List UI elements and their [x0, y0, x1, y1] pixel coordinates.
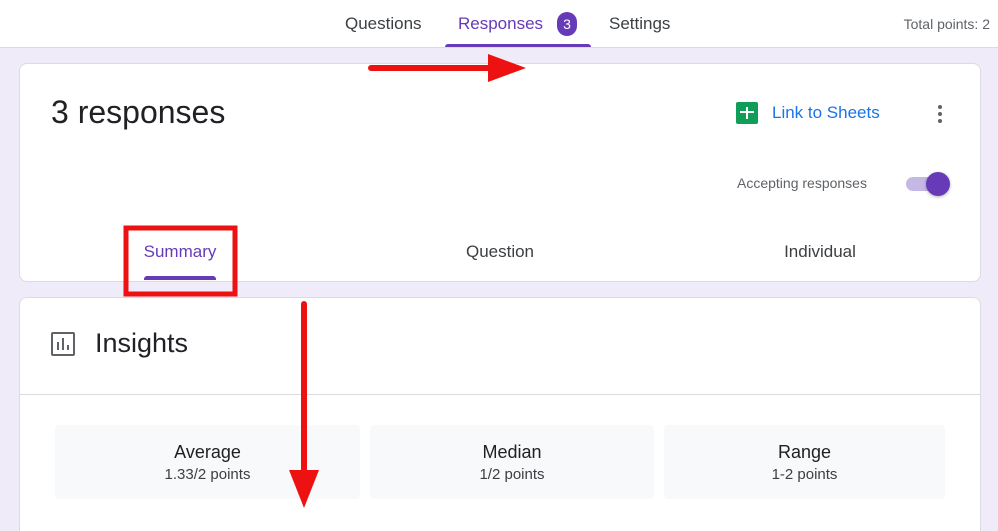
subtab-summary[interactable]: Summary	[120, 232, 240, 272]
more-vert-icon-dot	[938, 119, 942, 123]
accepting-responses-label: Accepting responses	[737, 175, 867, 191]
link-to-sheets-button[interactable]: Link to Sheets	[736, 102, 880, 124]
stat-range: Range 1-2 points	[664, 425, 945, 499]
insights-chart-icon	[51, 331, 75, 356]
stat-median-label: Median	[482, 441, 542, 462]
tab-questions-label: Questions	[345, 14, 422, 33]
tab-responses[interactable]: Responses 3	[458, 0, 578, 48]
subtab-individual[interactable]: Individual	[760, 232, 880, 272]
accepting-responses-toggle[interactable]	[904, 172, 950, 196]
total-points: Total points: 2	[903, 16, 990, 32]
more-options-button[interactable]	[928, 100, 952, 128]
stat-average-label: Average	[174, 441, 241, 462]
stat-range-value: 1-2 points	[771, 465, 838, 483]
google-sheets-icon	[736, 102, 758, 124]
responses-card: 3 responses Link to Sheets Accepting res…	[19, 63, 981, 282]
tab-responses-label: Responses	[458, 14, 544, 33]
top-navigation-bar: Questions Responses 3 Settings Total poi…	[0, 0, 998, 48]
stat-median: Median 1/2 points	[370, 425, 654, 499]
active-tab-indicator	[445, 44, 591, 47]
stat-average-value: 1.33/2 points	[164, 465, 251, 483]
more-vert-icon-dot	[938, 112, 942, 116]
responses-count-title: 3 responses	[51, 94, 226, 130]
subtab-question-label: Question	[465, 242, 535, 261]
more-vert-icon-dot	[938, 105, 942, 109]
stat-average: Average 1.33/2 points	[55, 425, 360, 499]
insights-title: Insights	[95, 328, 189, 358]
responses-count-badge: 3	[557, 12, 578, 36]
stat-median-value: 1/2 points	[479, 465, 545, 483]
stat-range-label: Range	[777, 441, 832, 462]
subtab-individual-label: Individual	[784, 242, 856, 261]
active-subtab-indicator	[144, 276, 216, 280]
toggle-thumb	[926, 172, 950, 196]
insights-card: Insights Average 1.33/2 points Median 1/…	[19, 297, 981, 531]
insights-divider	[20, 394, 980, 395]
link-to-sheets-label: Link to Sheets	[772, 103, 880, 122]
tab-questions[interactable]: Questions	[345, 0, 422, 48]
subtab-question[interactable]: Question	[440, 232, 560, 272]
insights-header: Insights	[51, 328, 188, 359]
tab-settings[interactable]: Settings	[609, 0, 670, 48]
tab-settings-label: Settings	[609, 14, 671, 33]
subtab-summary-label: Summary	[143, 242, 217, 261]
